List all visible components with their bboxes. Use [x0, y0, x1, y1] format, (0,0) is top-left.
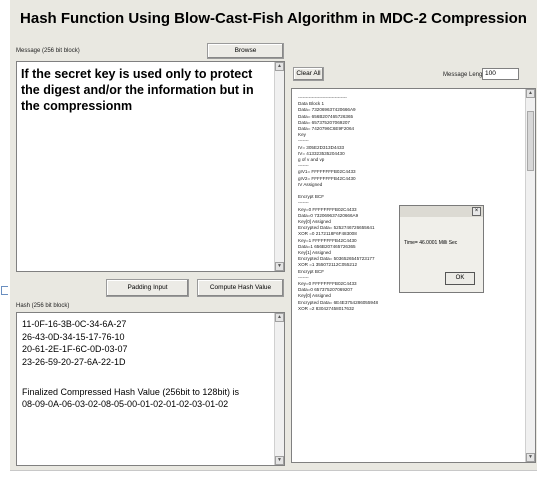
log-scroll-thumb[interactable] [527, 111, 534, 171]
time-dialog: × Time= 46.0001 Milli Sec OK [399, 205, 484, 293]
hash-line: 11-0F-16-3B-0C-34-6A-27 [22, 319, 127, 329]
scroll-up-icon[interactable]: ▲ [275, 62, 284, 71]
scroll-up-icon[interactable]: ▲ [275, 313, 284, 322]
scroll-down-icon[interactable]: ▼ [275, 262, 284, 271]
browse-button[interactable]: Browse [207, 43, 284, 59]
close-icon[interactable]: × [472, 207, 481, 216]
log-line: XOR =2 830427458017632 [298, 305, 355, 311]
message-text: If the secret key is used only to protec… [21, 67, 254, 113]
message-label: Message (256 bit block) [16, 48, 80, 54]
ok-button[interactable]: OK [445, 272, 475, 285]
window-edge-marker [1, 286, 8, 295]
hash-output: 11-0F-16-3B-0C-34-6A-27 26-43-0D-34-15-1… [22, 318, 270, 411]
dialog-titlebar: × [400, 206, 483, 217]
hash-line [22, 368, 270, 381]
hash-line: 26-43-0D-34-15-17-76-10 [22, 331, 125, 342]
hash-final-value: 08-09-0A-06-03-02-08-05-00-01-02-01-02-0… [22, 399, 229, 409]
hash-line: 23-26-59-20-27-6A-22-1D [22, 356, 126, 367]
message-length-field[interactable]: 100 [482, 68, 519, 80]
hash-textarea[interactable]: 11-0F-16-3B-0C-34-6A-27 26-43-0D-34-15-1… [16, 312, 285, 466]
compute-hash-button[interactable]: Compute Hash Value [197, 279, 284, 297]
hash-label: Hash (256 bit block) [16, 303, 70, 309]
message-scrollbar[interactable]: ▲ ▼ [274, 62, 284, 271]
message-textarea[interactable]: If the secret key is used only to protec… [16, 61, 285, 272]
hash-scrollbar[interactable]: ▲ ▼ [274, 313, 284, 465]
scroll-down-icon[interactable]: ▼ [526, 453, 535, 462]
clear-all-button[interactable]: Clear All [293, 67, 324, 81]
message-length-label: Message Length [443, 72, 488, 78]
scroll-down-icon[interactable]: ▼ [275, 456, 284, 465]
hash-final-caption: Finalized Compressed Hash Value (256bit … [22, 386, 239, 397]
dialog-time-text: Time= 46.0001 Milli Sec [404, 240, 458, 246]
hash-line: 20-61-2E-1F-6C-0D-03-07 [22, 344, 128, 354]
padding-input-button[interactable]: Padding Input [106, 279, 189, 297]
window-title: Hash Function Using Blow-Cast-Fish Algor… [20, 10, 527, 27]
log-scrollbar[interactable]: ▲ ▼ [525, 89, 535, 462]
scroll-up-icon[interactable]: ▲ [526, 89, 535, 98]
